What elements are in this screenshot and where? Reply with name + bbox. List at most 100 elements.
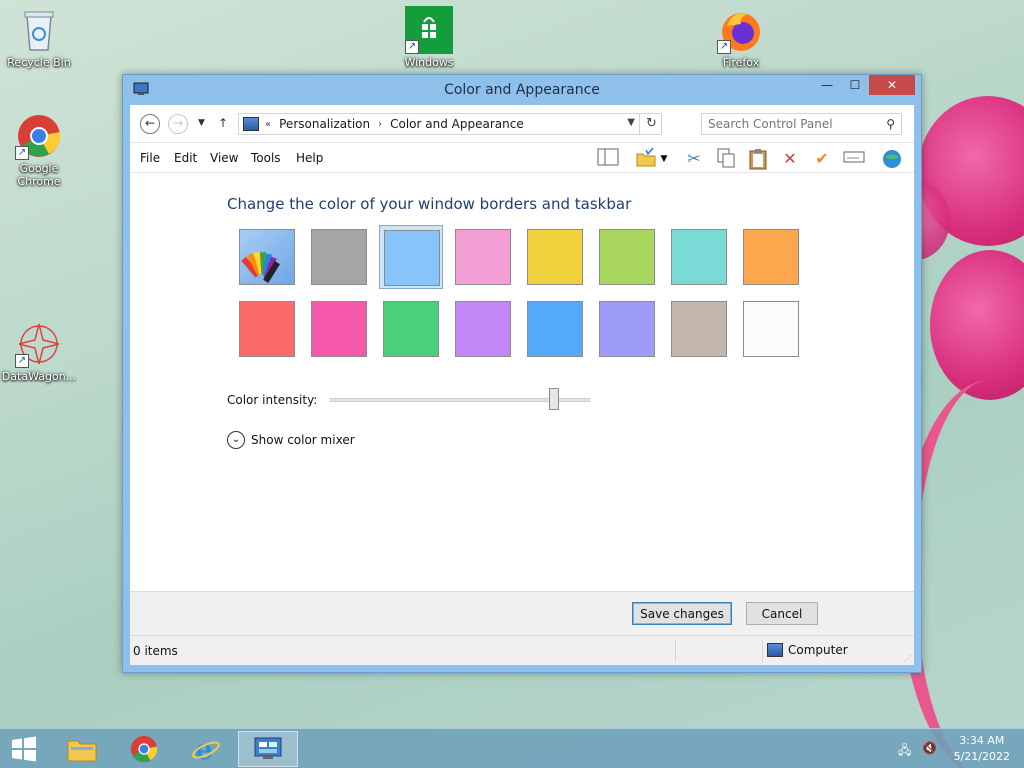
address-bar[interactable]: « Personalization › Color and Appearance… <box>238 113 662 135</box>
window-title: Color and Appearance <box>444 82 600 98</box>
color-swatch[interactable] <box>379 225 443 289</box>
search-box[interactable]: ⚲ <box>701 113 902 135</box>
show-color-mixer-label: Show color mixer <box>251 433 355 447</box>
folder-options-dropdown-icon[interactable]: ▼ <box>658 148 670 170</box>
menu-edit[interactable]: Edit <box>174 151 197 165</box>
color-appearance-window: Color and Appearance — ☐ ✕ ← → ▼ ↑ « Per… <box>122 74 922 673</box>
windows-logo-icon <box>12 736 36 762</box>
color-swatch[interactable] <box>235 225 299 289</box>
start-button[interactable] <box>0 731 48 767</box>
search-icon[interactable]: ⚲ <box>886 117 895 131</box>
dialog-button-bar: Save changes Cancel <box>130 591 914 635</box>
folder-options-icon[interactable] <box>634 147 658 170</box>
swatch-fill <box>743 301 799 357</box>
color-swatch[interactable] <box>379 297 443 361</box>
taskbar-file-explorer[interactable] <box>52 731 112 767</box>
taskbar: e 🖧 🔇 3:34 AM 5/21/2022 <box>0 728 1024 768</box>
color-intensity-slider-thumb[interactable] <box>548 388 559 410</box>
clock-date: 5/21/2022 <box>953 750 1010 763</box>
delete-icon[interactable]: ✕ <box>778 148 802 170</box>
paste-icon[interactable] <box>746 148 770 170</box>
minimize-button[interactable]: — <box>813 75 841 95</box>
swatch-fill <box>384 230 440 286</box>
address-toolbar: ← → ▼ ↑ « Personalization › Color and Ap… <box>130 105 914 143</box>
swatch-fill <box>671 229 727 285</box>
color-swatch[interactable] <box>595 297 659 361</box>
color-intensity-label: Color intensity: <box>227 393 318 407</box>
menu-help[interactable]: Help <box>296 151 323 165</box>
breadcrumb-personalization[interactable]: Personalization <box>279 117 370 131</box>
copy-icon[interactable] <box>714 148 738 170</box>
taskbar-control-panel[interactable] <box>238 731 298 767</box>
chrome-icon <box>130 735 158 763</box>
color-swatch[interactable] <box>307 297 371 361</box>
windows-label: Windows <box>404 56 454 69</box>
cancel-button[interactable]: Cancel <box>746 602 818 625</box>
custom-color-icon <box>239 229 295 285</box>
taskbar-internet-explorer[interactable]: e <box>176 731 236 767</box>
control-panel-icon <box>254 737 282 759</box>
color-swatch[interactable] <box>739 225 803 289</box>
color-swatch[interactable] <box>739 297 803 361</box>
color-swatch[interactable] <box>523 225 587 289</box>
menu-bar: File Edit View Tools Help ▼ ✂ ✕ ✔ <box>130 143 914 173</box>
google-chrome-shortcut[interactable]: ↗ Google Chrome <box>0 112 78 188</box>
show-color-mixer-toggle[interactable]: ⌄ Show color mixer <box>227 431 355 449</box>
menu-view[interactable]: View <box>210 151 238 165</box>
menu-file[interactable]: File <box>140 151 160 165</box>
color-swatch[interactable] <box>667 225 731 289</box>
swatch-fill <box>599 229 655 285</box>
forward-button[interactable]: → <box>168 114 188 134</box>
network-icon[interactable]: 🖧 <box>898 741 911 762</box>
windows-shortcut[interactable]: ↗ Windows <box>390 6 468 69</box>
firefox-shortcut[interactable]: ↗ Firefox <box>702 6 780 69</box>
color-swatch[interactable] <box>595 225 659 289</box>
shortcut-arrow-icon: ↗ <box>15 354 29 368</box>
breadcrumb-overflow[interactable]: « <box>265 119 271 130</box>
taskbar-clock[interactable]: 3:34 AM 5/21/2022 <box>954 733 1010 765</box>
cut-icon[interactable]: ✂ <box>682 148 706 170</box>
swatch-fill <box>311 301 367 357</box>
breadcrumb-color-appearance[interactable]: Color and Appearance <box>390 117 524 131</box>
datawagon-label: DataWagon... <box>1 370 77 383</box>
volume-muted-icon[interactable]: 🔇 <box>922 741 937 755</box>
color-content-area: Change the color of your window borders … <box>130 173 914 591</box>
title-bar[interactable]: Color and Appearance — ☐ ✕ <box>123 75 921 105</box>
address-dropdown-icon[interactable]: ▼ <box>627 117 635 128</box>
chrome-icon: ↗ <box>15 112 63 160</box>
save-changes-button[interactable]: Save changes <box>632 602 732 625</box>
back-button[interactable]: ← <box>140 114 160 134</box>
color-swatch[interactable] <box>451 297 515 361</box>
taskbar-chrome[interactable] <box>114 731 174 767</box>
color-swatch[interactable] <box>307 225 371 289</box>
window-client: ← → ▼ ↑ « Personalization › Color and Ap… <box>130 105 914 665</box>
close-button[interactable]: ✕ <box>869 75 915 95</box>
status-item-count: 0 items <box>133 644 178 658</box>
menu-tools[interactable]: Tools <box>251 151 281 165</box>
globe-icon[interactable] <box>880 148 904 170</box>
properties-check-icon[interactable]: ✔ <box>810 148 834 170</box>
rename-icon[interactable] <box>842 148 866 170</box>
recycle-bin-shortcut[interactable]: Recycle Bin <box>0 6 78 69</box>
datawagon-shortcut[interactable]: ↗ DataWagon... <box>0 320 78 383</box>
color-swatch[interactable] <box>523 297 587 361</box>
swatch-fill <box>671 301 727 357</box>
color-swatch[interactable] <box>235 297 299 361</box>
search-input[interactable] <box>702 114 872 134</box>
maximize-button[interactable]: ☐ <box>841 75 869 95</box>
swatch-fill <box>383 301 439 357</box>
status-separator <box>675 640 676 662</box>
shortcut-arrow-icon: ↗ <box>717 40 731 54</box>
preview-pane-icon[interactable] <box>596 148 620 170</box>
firefox-icon: ↗ <box>717 6 765 54</box>
up-arrow-icon[interactable]: ↑ <box>218 116 228 130</box>
resize-grip-icon[interactable]: ⋰ <box>904 654 912 663</box>
recent-locations-chevron-icon[interactable]: ▼ <box>198 118 205 128</box>
refresh-icon[interactable]: ↻ <box>639 114 663 134</box>
recycle-bin-label: Recycle Bin <box>7 56 71 69</box>
color-swatch[interactable] <box>451 225 515 289</box>
color-swatch[interactable] <box>667 297 731 361</box>
swatch-fill <box>239 301 295 357</box>
internet-explorer-icon: e <box>192 734 220 764</box>
page-heading: Change the color of your window borders … <box>227 195 632 213</box>
